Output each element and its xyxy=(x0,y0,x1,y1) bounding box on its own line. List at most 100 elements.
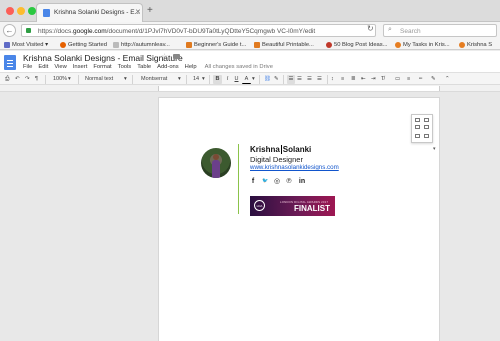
collapse-toolbar-icon[interactable]: ⌃ xyxy=(445,75,450,84)
facebook-icon[interactable]: f xyxy=(250,178,256,185)
table-widget-dropdown-icon[interactable]: ▾ xyxy=(433,146,436,152)
font-size-dropdown-icon[interactable]: ▾ xyxy=(202,75,205,84)
bookmark-my-tasks[interactable]: My Tasks in Kris... xyxy=(395,40,450,49)
align-left-icon[interactable]: ☰ xyxy=(287,75,295,84)
docs-menu-bar: File Edit View Insert Format Tools Table… xyxy=(23,64,273,70)
folder-icon[interactable] xyxy=(173,54,180,59)
table-cell-icon[interactable] xyxy=(424,125,429,129)
table-layout-widget[interactable] xyxy=(411,114,433,143)
formatting-toolbar: ⎙ ↶ ↷ ¶ 100% ▾ Normal text ▾ Montserrat … xyxy=(0,72,500,85)
style-dropdown-icon[interactable]: ▾ xyxy=(124,75,127,84)
align-justify-icon[interactable]: ☰ xyxy=(317,75,322,84)
table-cell-icon[interactable] xyxy=(415,134,420,138)
linkedin-icon[interactable]: in xyxy=(298,178,306,185)
lock-icon xyxy=(26,28,31,33)
bookmark-beginners-guide[interactable]: Beginner's Guide t... xyxy=(186,40,246,49)
bookmark-beautiful-printable[interactable]: Beautiful Printable... xyxy=(254,40,314,49)
reload-icon[interactable]: ↻ xyxy=(367,24,374,33)
menu-file[interactable]: File xyxy=(23,64,32,70)
print-icon[interactable]: ⎙ xyxy=(5,75,9,84)
navigation-bar: ← https://docs.google.com/document/d/1PJ… xyxy=(0,22,500,39)
menu-tools[interactable]: Tools xyxy=(118,64,132,70)
pin-icon xyxy=(326,41,332,48)
minimize-window-button[interactable] xyxy=(17,7,25,15)
bulleted-list-icon[interactable]: ≣ xyxy=(351,75,356,84)
signature-website-link[interactable]: www.krishnasolankidesigns.com xyxy=(250,164,339,171)
docs-logo-icon[interactable] xyxy=(4,55,16,70)
comment-icon[interactable]: ✎ xyxy=(274,75,279,84)
bookmark-autumnleaves[interactable]: http://autumnleav... xyxy=(113,40,170,49)
toolbar-divider xyxy=(78,75,79,84)
border-width-icon[interactable]: ≡ xyxy=(407,75,410,84)
toolbar-divider xyxy=(186,75,187,84)
increase-indent-icon[interactable]: ⇥ xyxy=(371,75,376,84)
menu-addons[interactable]: Add-ons xyxy=(157,64,179,70)
decrease-indent-icon[interactable]: ⇤ xyxy=(361,75,366,84)
url-bar[interactable]: https://docs.google.com/document/d/1PJvl… xyxy=(21,24,376,37)
search-input[interactable]: ⌕ Search xyxy=(383,24,497,37)
photo-subject-dress xyxy=(212,160,220,178)
bookmark-getting-started[interactable]: Getting Started xyxy=(60,40,107,49)
save-status[interactable]: All changes saved in Drive xyxy=(205,64,273,70)
zoom-window-button[interactable] xyxy=(28,7,36,15)
back-button[interactable]: ← xyxy=(3,24,16,37)
ruler-track[interactable] xyxy=(158,86,440,91)
new-tab-button[interactable]: + xyxy=(147,5,153,16)
font-select[interactable]: Montserrat xyxy=(141,75,167,84)
star-icon[interactable]: ☆ xyxy=(161,52,168,61)
signature-role[interactable]: Digital Designer xyxy=(250,155,303,164)
align-center-icon[interactable]: ☰ xyxy=(297,75,302,84)
table-cell-icon[interactable] xyxy=(415,125,420,129)
close-window-button[interactable] xyxy=(6,7,14,15)
signature-name[interactable]: Krishna Solanki xyxy=(250,145,311,154)
link-icon[interactable]: ⛓ xyxy=(264,75,271,84)
text-color-dropdown-icon[interactable]: ▾ xyxy=(252,75,255,84)
underline-button[interactable]: U xyxy=(232,75,241,84)
line-spacing-icon[interactable]: ↕ xyxy=(331,75,334,84)
font-size-select[interactable]: 14 xyxy=(193,75,199,84)
etsy-icon xyxy=(254,41,260,48)
bookmark-krishna-s[interactable]: Krishna S xyxy=(459,40,492,49)
profile-photo xyxy=(201,148,231,178)
align-right-icon[interactable]: ☰ xyxy=(307,75,312,84)
menu-view[interactable]: View xyxy=(54,64,66,70)
award-logo: LDA xyxy=(254,200,265,211)
zoom-dropdown-icon[interactable]: ▾ xyxy=(68,75,71,84)
instagram-icon[interactable]: ◎ xyxy=(274,178,280,185)
edit-pencil-icon[interactable]: ✎ xyxy=(431,75,436,84)
bookmark-most-visited[interactable]: Most Visited ▾ xyxy=(4,40,48,49)
toolbar-divider xyxy=(283,75,284,84)
redo-icon[interactable]: ↷ xyxy=(25,75,30,84)
menu-table[interactable]: Table xyxy=(137,64,151,70)
table-cell-icon[interactable] xyxy=(424,118,429,122)
document-title[interactable]: Krishna Solanki Designs - Email Signatur… xyxy=(23,53,183,63)
text-color-button[interactable]: A xyxy=(242,75,251,84)
font-dropdown-icon[interactable]: ▾ xyxy=(178,75,181,84)
menu-help[interactable]: Help xyxy=(185,64,197,70)
url-text: https://docs.google.com/document/d/1PJvl… xyxy=(38,27,316,35)
paint-format-icon[interactable]: ¶ xyxy=(35,75,38,84)
browser-tab-active[interactable]: Krishna Solanki Designs - E... ✕ xyxy=(36,3,143,22)
undo-icon[interactable]: ↶ xyxy=(15,75,20,84)
table-cell-icon[interactable] xyxy=(415,118,420,122)
browser-tab-bar: Krishna Solanki Designs - E... ✕ + xyxy=(0,0,500,22)
italic-button[interactable]: I xyxy=(223,75,232,84)
clear-formatting-icon[interactable]: T̸ xyxy=(381,75,384,84)
asana-icon xyxy=(395,41,401,48)
zoom-select[interactable]: 100% xyxy=(53,75,67,84)
site-icon xyxy=(459,41,465,48)
style-select[interactable]: Normal text xyxy=(85,75,113,84)
bold-button[interactable]: B xyxy=(213,75,222,84)
tab-close-icon[interactable]: ✕ xyxy=(135,8,141,16)
table-cell-icon[interactable] xyxy=(424,134,429,138)
pinterest-icon[interactable]: ℗ xyxy=(286,178,292,185)
numbered-list-icon[interactable]: ≡ xyxy=(341,75,344,84)
menu-edit[interactable]: Edit xyxy=(38,64,48,70)
border-color-icon[interactable]: ▭ xyxy=(395,75,400,84)
bookmark-blog-post-ideas[interactable]: 50 Blog Post Ideas... xyxy=(326,40,388,49)
twitter-icon[interactable]: 🐦 xyxy=(262,178,268,185)
menu-format[interactable]: Format xyxy=(93,64,111,70)
menu-insert[interactable]: Insert xyxy=(73,64,88,70)
border-dash-icon[interactable]: ┅ xyxy=(419,75,422,84)
document-page[interactable]: Krishna Solanki Digital Designer www.kris… xyxy=(158,97,440,341)
